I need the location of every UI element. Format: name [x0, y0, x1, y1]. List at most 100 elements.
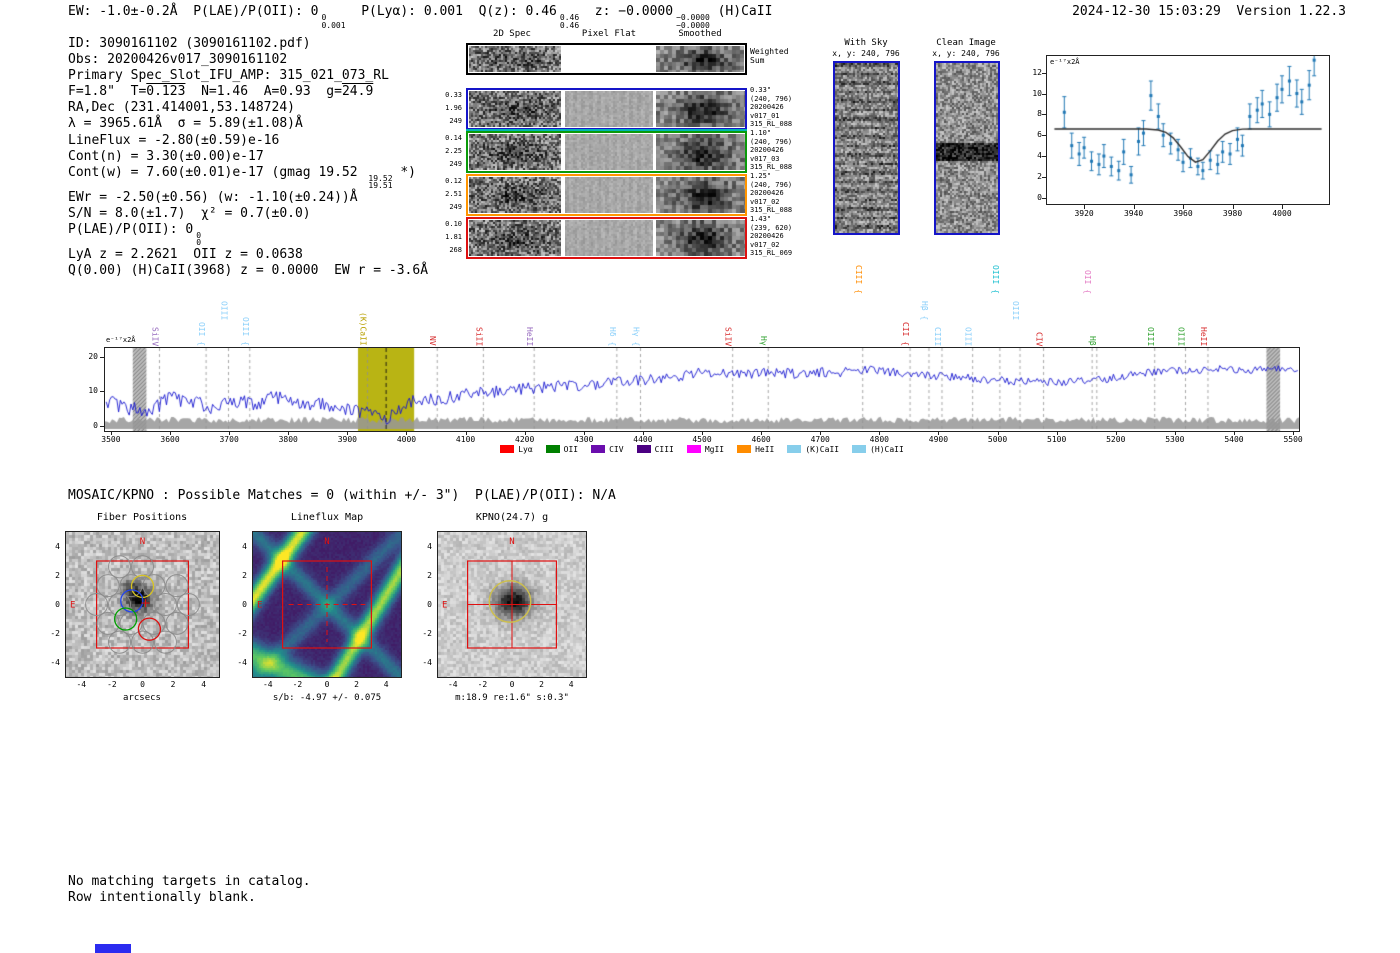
spec2d-row-flat-canvas [565, 177, 653, 213]
legend-label: CIII [654, 445, 674, 454]
weighted-sum-2d-canvas [469, 46, 561, 72]
fiber-positions-overlay: NE [70, 537, 200, 654]
spectrum-x-tick-label: 5100 [1047, 435, 1067, 444]
lineflux-map-plot: NE [252, 531, 402, 678]
spec2d-row-smoothed-canvas [656, 91, 745, 127]
teal-divider [466, 129, 747, 131]
info-line: Q(0.00) (H)CaII(3968) z = 0.0000 EW r = … [68, 263, 429, 279]
legend-label: (H)CaII [870, 445, 904, 454]
legend-label: Lyα [518, 445, 533, 454]
fiber-circle [108, 592, 132, 617]
east-label: E [70, 601, 75, 611]
footer-line: No matching targets in catalog. [68, 874, 311, 889]
spec2d-row-flat-canvas [565, 91, 653, 127]
spec2d-annotation-line: v017_01 [750, 111, 780, 120]
spectrum-x-tick-label: 5000 [987, 435, 1008, 444]
spec2d-weight-value: 0.12 [445, 177, 462, 185]
spectrum-y-tick-label: 20 [88, 351, 98, 361]
spec2d-annotation-line: (240, 796) [750, 137, 793, 146]
fiber-circle-colored [137, 617, 162, 641]
cutout-y-tick-label: -2 [237, 628, 247, 638]
spectrum-x-tick-label: 5300 [1165, 435, 1185, 444]
clean-image-title: Clean Image [936, 38, 996, 48]
line-marker-label: OII { [1083, 269, 1093, 294]
legend-swatch [500, 445, 515, 453]
north-label: N [324, 537, 329, 547]
cutout-x-tick-label: -4 [76, 680, 87, 689]
cutout-x-tick-label: 0 [509, 680, 515, 689]
spectrum-x-tick-mark [1293, 431, 1295, 435]
line-marker-label: OIII [1145, 326, 1155, 346]
legend-label: CIV [609, 445, 624, 454]
fit-y-tick-label: 8 [1037, 109, 1042, 119]
cutouts-header: MOSAIC/KPNO : Possible Matches = 0 (with… [68, 488, 616, 503]
line-marker-label: HeII [1198, 326, 1208, 346]
spectrum-x-tick-label: 4500 [692, 435, 712, 444]
spec2d-annotation-line: 0.33" [750, 86, 772, 94]
col-title-pixel-flat: Pixel Flat [581, 29, 637, 39]
cutout-x-tick-label: -4 [447, 680, 458, 689]
legend-item: CIV [591, 445, 624, 454]
spectrum-x-tick-label: 4100 [455, 435, 476, 444]
line-marker-label: SiII [474, 326, 484, 346]
fiber-positions-title: Fiber Positions [96, 512, 188, 523]
info-line: Primary Spec_Slot_IFU_AMP: 315_021_073_R… [68, 68, 389, 84]
line-marker-label: OIII { [240, 317, 250, 346]
line-marker-label: NV [428, 336, 438, 346]
fit-y-tick-label: 6 [1037, 130, 1042, 140]
cutout-y-tick-label: 4 [242, 541, 247, 551]
cutout-x-tick-label: -2 [292, 680, 303, 689]
aperture-ring [488, 580, 532, 623]
north-label: N [140, 537, 145, 547]
cutout-y-tick-label: 4 [427, 541, 432, 551]
fiber-circle [165, 611, 189, 635]
cutout-x-tick-label: 2 [539, 680, 545, 689]
fit-y-tick-label: 0 [1037, 192, 1042, 202]
info-line: LyA z = 2.2621 OII z = 0.0638 [68, 246, 303, 262]
spec2d-row [466, 174, 747, 216]
spectrum-y-tick-label: 0 [93, 420, 98, 430]
spectrum-legend: Lyα OII CIV CIII MgII HeII (K)CaII (H)CaII [104, 445, 1300, 454]
fit-y-tick-label: 10 [1032, 88, 1042, 98]
legend-item: CIII [636, 445, 674, 454]
spectrum-x-tick-label: 4900 [928, 435, 949, 444]
spec2d-annotation-line: 315_RL_069 [750, 249, 793, 258]
line-marker-label: SiIV [723, 326, 733, 346]
spectrum-x-tick-label: 3900 [337, 435, 357, 444]
spectrum-x-tick-mark [288, 431, 290, 435]
spec2d-row-smoothed-canvas [656, 220, 745, 256]
spectrum-x-tick-mark [1056, 431, 1058, 435]
spec2d-row-2d-canvas [469, 220, 561, 256]
spec2d-annotation-line: 315_RL_088 [750, 206, 793, 215]
spec2d-weight-value: 249 [449, 160, 462, 168]
sup-sub-value: 0.46 0.46 [559, 13, 580, 30]
east-label: E [257, 601, 262, 611]
cutout-y-tick-label: 2 [242, 570, 247, 580]
legend-swatch [852, 445, 867, 453]
info-line: P(LAE)/P(OII): 000 [68, 221, 202, 248]
spec2d-row-weights: 0.10 1.81 268 [436, 218, 462, 257]
clean-image-canvas [936, 63, 998, 233]
sup-sub-value: −0.0000 −0.0000 [676, 13, 710, 30]
header-stats: EW: -1.0±-0.2Å P(LAE)/P(OII): 0 0 0.001 P(… [68, 4, 773, 30]
spectrum-x-tick-mark [406, 431, 408, 435]
fit-x-tick-label: 3940 [1123, 209, 1144, 218]
info-line: ID: 3090161102 (3090161102.pdf) [68, 36, 311, 51]
spec2d-annotation-line: v017_02 [750, 197, 780, 206]
fit-x-tick-mark [1282, 205, 1283, 209]
kpno-plot: NE [437, 531, 587, 678]
spec2d-annotation-line: (240, 796) [750, 180, 793, 189]
spec2d-row-annotation: 1.10" (240, 796) 20200426 v017_03 315_RL_088 [750, 129, 792, 172]
spectrum-x-tick-mark [997, 431, 999, 435]
info-line: LineFlux = -2.80(±0.59)e-16 [68, 132, 280, 148]
spec2d-weight-value: 1.81 [445, 233, 462, 241]
spectrum-x-tick-label: 4200 [515, 435, 535, 444]
legend-swatch [545, 445, 560, 453]
spec2d-annotation-line: 1.43" [750, 215, 772, 223]
cutout-y-tick-label: -4 [237, 657, 247, 667]
line-marker-label: OIII { [990, 265, 1000, 294]
legend-label: HeII [755, 445, 775, 454]
fit-y-tick-mark [1042, 93, 1046, 95]
cutout-x-tick-label: 2 [170, 680, 176, 689]
spec2d-annotation-line: 315_RL_088 [750, 163, 793, 172]
